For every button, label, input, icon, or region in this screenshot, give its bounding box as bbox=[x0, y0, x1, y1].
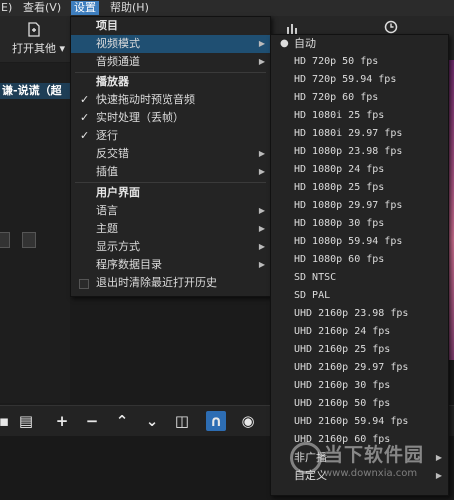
overwrite-down-icon[interactable]: ⌄ bbox=[142, 411, 162, 431]
section-project: 项目 bbox=[96, 19, 118, 32]
video-mode-option[interactable]: UHD 2160p 30 fps bbox=[271, 377, 448, 395]
menu-separator bbox=[75, 182, 266, 183]
video-mode-option[interactable]: HD 1080p 60 fps bbox=[271, 251, 448, 269]
menu-item-deinterlacer[interactable]: 反交错 ▶ bbox=[71, 145, 270, 163]
video-mode-option[interactable]: UHD 2160p 24 fps bbox=[271, 323, 448, 341]
video-mode-option[interactable]: HD 1080p 59.94 fps bbox=[271, 233, 448, 251]
submenu-arrow-icon: ▶ bbox=[258, 149, 265, 158]
playlist-item-title[interactable]: 谦-说谎（超 bbox=[0, 83, 72, 99]
lift-up-icon[interactable]: ⌃ bbox=[112, 411, 132, 431]
video-mode-option[interactable]: HD 720p 50 fps bbox=[271, 53, 448, 71]
video-mode-auto[interactable]: ● 自动 bbox=[271, 35, 448, 53]
video-mode-option[interactable]: UHD 2160p 25 fps bbox=[271, 341, 448, 359]
menu-settings[interactable]: 设置 bbox=[71, 1, 99, 15]
paste-icon[interactable]: ▤ bbox=[16, 411, 36, 431]
scrub-eye-icon[interactable]: ◉ bbox=[238, 411, 258, 431]
video-mode-option[interactable]: HD 1080p 25 fps bbox=[271, 179, 448, 197]
checkbox[interactable] bbox=[79, 279, 89, 289]
cut-icon[interactable]: ▪ bbox=[0, 411, 14, 431]
video-mode-option[interactable]: HD 1080p 24 fps bbox=[271, 161, 448, 179]
audio-meter-icon[interactable] bbox=[286, 22, 298, 34]
video-mode-option[interactable]: UHD 2160p 29.97 fps bbox=[271, 359, 448, 377]
submenu-arrow-icon: ▶ bbox=[258, 260, 265, 269]
menu-item-theme[interactable]: 主题 ▶ bbox=[71, 220, 270, 238]
video-mode-option[interactable]: SD PAL bbox=[271, 287, 448, 305]
add-icon[interactable]: + bbox=[52, 411, 72, 431]
video-mode-option[interactable]: UHD 2160p 59.94 fps bbox=[271, 413, 448, 431]
section-user-interface: 用户界面 bbox=[96, 186, 140, 199]
radio-selected-icon: ● bbox=[280, 38, 289, 49]
open-file-icon[interactable] bbox=[27, 22, 41, 37]
submenu-arrow-icon: ▶ bbox=[258, 39, 265, 48]
menu-view[interactable]: 查看(V) bbox=[20, 1, 64, 15]
paste-icon[interactable] bbox=[22, 232, 36, 248]
watermark-url: www.downxia.com bbox=[324, 468, 418, 479]
section-player: 播放器 bbox=[96, 75, 129, 88]
watermark-logo-icon bbox=[290, 442, 322, 474]
video-mode-option[interactable]: HD 720p 59.94 fps bbox=[271, 71, 448, 89]
menu-help[interactable]: 帮助(H) bbox=[107, 1, 152, 15]
panel-button-icon[interactable] bbox=[0, 232, 10, 248]
menu-item-video-mode[interactable]: 视频模式 ▶ bbox=[71, 35, 270, 53]
menu-item-display-method[interactable]: 显示方式 ▶ bbox=[71, 238, 270, 256]
menu-item-progressive[interactable]: ✓ 逐行 bbox=[71, 127, 270, 145]
video-mode-option[interactable]: HD 1080i 25 fps bbox=[271, 107, 448, 125]
submenu-arrow-icon: ▶ bbox=[258, 242, 265, 251]
history-clock-icon[interactable] bbox=[384, 20, 398, 34]
remove-icon[interactable]: − bbox=[82, 411, 102, 431]
menu-item-audio-channels[interactable]: 音频通道 ▶ bbox=[71, 53, 270, 71]
menu-item-interpolation[interactable]: 插值 ▶ bbox=[71, 163, 270, 181]
video-mode-option[interactable]: UHD 2160p 50 fps bbox=[271, 395, 448, 413]
site-watermark: 当下软件园 www.downxia.com bbox=[290, 438, 440, 494]
submenu-arrow-icon: ▶ bbox=[258, 206, 265, 215]
video-mode-option[interactable]: HD 1080i 29.97 fps bbox=[271, 125, 448, 143]
menu-item-clear-recent-on-exit[interactable]: 退出时清除最近打开历史 bbox=[71, 274, 270, 292]
menu-item-scrub-audio[interactable]: ✓ 快速拖动时预览音频 bbox=[71, 91, 270, 109]
checkmark-icon: ✓ bbox=[80, 111, 90, 124]
snap-magnet-icon[interactable]: ∩ bbox=[206, 411, 226, 431]
watermark-text: 当下软件园 bbox=[324, 444, 425, 466]
menu-item-app-data-dir[interactable]: 程序数据目录 ▶ bbox=[71, 256, 270, 274]
menu-item-language[interactable]: 语言 ▶ bbox=[71, 202, 270, 220]
submenu-arrow-icon: ▶ bbox=[258, 167, 265, 176]
video-mode-option[interactable]: HD 720p 60 fps bbox=[271, 89, 448, 107]
checkmark-icon: ✓ bbox=[80, 129, 90, 142]
settings-menu: 项目 视频模式 ▶ 音频通道 ▶ 播放器 ✓ 快速拖动时预览音频 ✓ 实时处理（丢帧） … bbox=[70, 16, 271, 297]
submenu-arrow-icon: ▶ bbox=[258, 224, 265, 233]
video-mode-option[interactable]: UHD 2160p 23.98 fps bbox=[271, 305, 448, 323]
menu-edit[interactable]: E) bbox=[0, 1, 15, 15]
video-mode-option[interactable]: HD 1080p 30 fps bbox=[271, 215, 448, 233]
video-mode-option[interactable]: HD 1080p 29.97 fps bbox=[271, 197, 448, 215]
submenu-arrow-icon: ▶ bbox=[258, 57, 265, 66]
checkmark-icon: ✓ bbox=[80, 93, 90, 106]
video-mode-option[interactable]: SD NTSC bbox=[271, 269, 448, 287]
menu-item-realtime[interactable]: ✓ 实时处理（丢帧） bbox=[71, 109, 270, 127]
menu-bar: E) 查看(V) 设置 帮助(H) bbox=[0, 0, 454, 17]
open-other-button[interactable]: 打开其他 ▾ bbox=[12, 40, 65, 56]
video-mode-option[interactable]: HD 1080p 23.98 fps bbox=[271, 143, 448, 161]
split-icon[interactable]: ◫ bbox=[172, 411, 192, 431]
video-mode-submenu: ● 自动 HD 720p 50 fps HD 720p 59.94 fps HD … bbox=[270, 34, 449, 496]
